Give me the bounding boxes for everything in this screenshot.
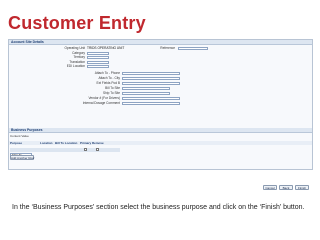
territory-field[interactable]: [87, 56, 109, 60]
site-field-input[interactable]: [122, 82, 180, 86]
edi-location-field[interactable]: [87, 65, 109, 69]
slide-title: Customer Entry: [8, 13, 146, 33]
finish-button[interactable]: Finish: [295, 185, 309, 190]
col-location: Location: [40, 141, 53, 145]
instruction-text: In the ‘Business Purposes’ section selec…: [12, 204, 305, 211]
reference-field[interactable]: [178, 47, 208, 51]
reference-label: Reference: [160, 46, 175, 50]
purpose-row: [10, 147, 120, 152]
content-value-label: Content Value: [10, 134, 29, 138]
back-button[interactable]: Back: [279, 185, 293, 190]
remove-checkbox[interactable]: [96, 148, 99, 151]
site-field-input[interactable]: [122, 72, 180, 76]
translation-field[interactable]: [87, 60, 109, 64]
site-field-input[interactable]: [122, 102, 180, 106]
cancel-button[interactable]: Cancel: [263, 185, 277, 190]
site-field-input[interactable]: [122, 92, 170, 96]
col-purpose: Purpose: [10, 141, 23, 145]
col-bill-to-location: Bill To Location: [55, 141, 78, 145]
category-field[interactable]: [87, 51, 109, 55]
primary-checkbox[interactable]: [84, 148, 87, 151]
site-field-input[interactable]: [122, 77, 180, 81]
business-purposes-header: Business Purposes: [9, 128, 312, 133]
col-remove: Remove: [92, 141, 104, 145]
add-another-row-button[interactable]: Add Another Row: [10, 155, 34, 160]
col-primary: Primary: [80, 141, 92, 145]
site-field-input[interactable]: [122, 97, 180, 101]
edi-location-label: EDI Location: [66, 64, 85, 68]
account-site-header: Account Site Details: [9, 40, 312, 45]
operating-unit-value: TRIDS OPERATING UNIT: [87, 46, 125, 50]
site-field-input[interactable]: [122, 87, 170, 91]
site-field-label: Internal Dosage Comment: [82, 101, 120, 105]
